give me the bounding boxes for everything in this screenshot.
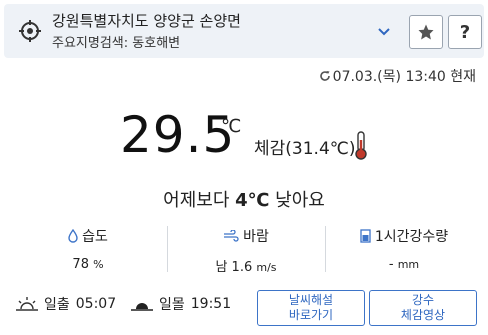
weather-explanation-line1: 날씨해설	[288, 293, 334, 307]
sunrise: 일출 05:07	[16, 294, 116, 314]
humidity-value: 78	[72, 257, 89, 272]
sunset: 일몰 19:51	[131, 294, 231, 314]
humidity-unit: %	[93, 258, 104, 271]
wind-stat: 바람 남 1.6 m/s	[166, 226, 326, 275]
rain-video-text: 강수 체감영상	[401, 293, 445, 323]
sunrise-label: 일출	[44, 297, 70, 313]
comparison-prefix: 어제보다	[163, 190, 236, 211]
wind-label: 바람	[243, 229, 269, 245]
favorite-button[interactable]	[409, 15, 443, 49]
precipitation-stat: 1시간강수량 - mm	[324, 226, 484, 272]
yesterday-comparison: 어제보다 4℃ 낮아요	[0, 186, 488, 212]
wind-value: 남 1.6	[215, 260, 253, 275]
thermometer-icon	[355, 131, 367, 160]
precipitation-value: -	[388, 257, 394, 272]
refresh-icon[interactable]	[319, 70, 331, 82]
feels-like-temperature: 체감(31.4℃)	[254, 139, 356, 159]
rain-video-line2: 체감영상	[400, 308, 446, 322]
wind-value-row: 남 1.6 m/s	[166, 256, 326, 275]
water-drop-icon	[68, 229, 78, 243]
humidity-stat: 습도 78 %	[8, 226, 168, 272]
observation-time: 07.03.(목) 13:40 현재	[319, 66, 476, 86]
sunrise-icon	[16, 297, 38, 311]
precipitation-value-row: - mm	[324, 257, 484, 272]
wind-icon	[224, 230, 239, 242]
precipitation-unit: mm	[397, 258, 420, 271]
comparison-suffix: 낮아요	[269, 190, 325, 211]
wind-label-row: 바람	[223, 226, 269, 246]
help-button[interactable]: ?	[448, 15, 482, 49]
location-name: 강원특별자치도 양양군 손양면	[52, 12, 241, 30]
precipitation-label-row: 1시간강수량	[360, 226, 448, 246]
wind-unit: m/s	[256, 261, 277, 274]
observation-time-text: 07.03.(목) 13:40 현재	[332, 69, 476, 85]
weather-explanation-button[interactable]: 날씨해설 바로가기	[257, 290, 365, 326]
rain-video-button[interactable]: 강수 체감영상	[369, 290, 477, 326]
current-temperature: 29.5	[120, 106, 236, 164]
temperature-unit: ℃	[221, 116, 242, 137]
humidity-label: 습도	[82, 229, 108, 245]
chevron-down-icon[interactable]	[376, 24, 392, 40]
location-target-icon[interactable]	[18, 19, 42, 43]
weather-explanation-text: 날씨해설 바로가기	[289, 293, 333, 323]
humidity-value-row: 78 %	[8, 257, 168, 272]
landmark-search: 주요지명검색: 동호해변	[52, 36, 181, 51]
sunrise-time: 05:07	[75, 296, 117, 312]
location-bar[interactable]: 강원특별자치도 양양군 손양면 주요지명검색: 동호해변 ?	[4, 4, 484, 58]
humidity-label-row: 습도	[68, 226, 108, 246]
comparison-diff: 4℃	[235, 190, 270, 211]
sunset-time: 19:51	[190, 296, 232, 312]
star-icon	[418, 24, 434, 40]
sunset-label: 일몰	[159, 297, 185, 313]
rain-video-line1: 강수	[411, 293, 435, 307]
weather-explanation-line2: 바로가기	[288, 308, 334, 322]
sunset-icon	[131, 303, 153, 311]
precipitation-label: 1시간강수량	[374, 229, 449, 245]
rain-gauge-icon	[360, 229, 371, 243]
